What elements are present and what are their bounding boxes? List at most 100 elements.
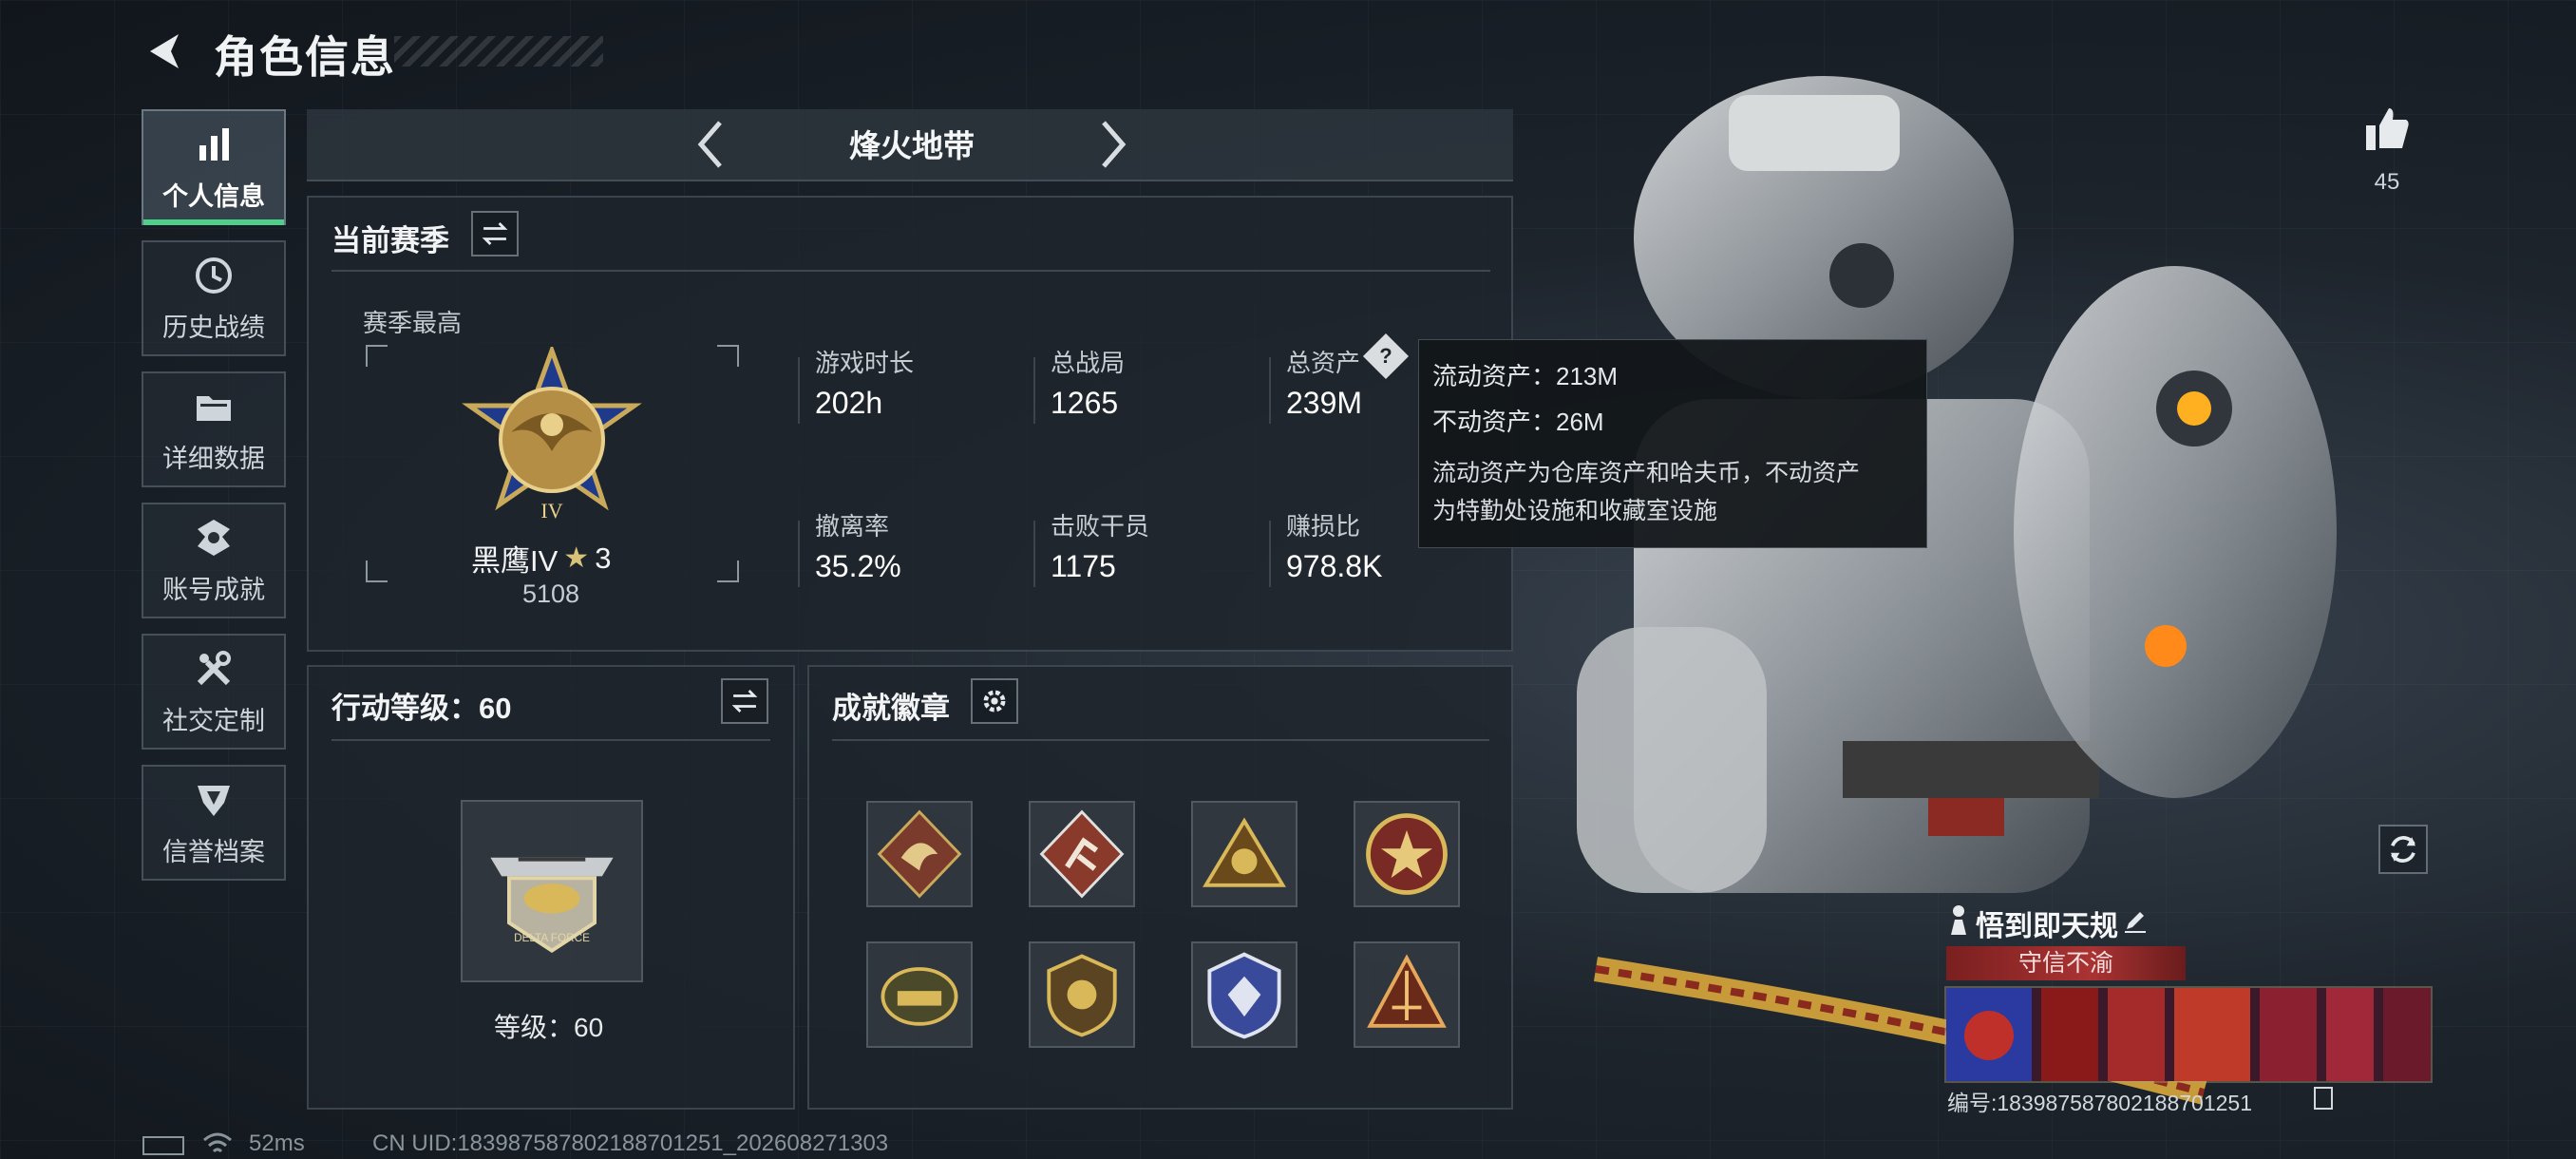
assets-tooltip: 流动资产：213M 不动资产：26M 流动资产为仓库资产和哈夫币，不动资产 为特… xyxy=(1418,339,1927,548)
copy-icon[interactable] xyxy=(2314,1087,2333,1110)
tooltip-fixed-assets: 不动资产：26M xyxy=(1432,408,1604,436)
shield-emblem-icon xyxy=(198,785,230,816)
action-level-emblem: DELTA FORCE xyxy=(461,800,643,982)
sidebar-item-history[interactable]: 历史战绩 xyxy=(142,240,286,356)
sidebar-item-label: 详细数据 xyxy=(162,444,265,473)
rank-stars: 3 xyxy=(595,541,612,575)
achievement-badge-icon xyxy=(198,519,230,556)
helicopter-emblem-icon: DELTA FORCE xyxy=(490,857,614,954)
title-decoration xyxy=(394,36,603,66)
divider xyxy=(798,357,800,424)
shield-badge-icon xyxy=(1047,954,1117,1037)
footer-uid: CN UID:1839875878021887012​51_2026082713… xyxy=(372,1130,889,1156)
achievement-badge-blue-emblem[interactable] xyxy=(1191,941,1297,1048)
folder-icon xyxy=(197,395,231,421)
divider xyxy=(1269,521,1271,587)
clock-history-icon xyxy=(196,256,232,294)
stat-value-playtime: 202h xyxy=(815,386,883,420)
runner-badge-icon xyxy=(1039,809,1125,899)
divider xyxy=(331,270,1490,272)
chevron-left-icon[interactable] xyxy=(688,111,735,178)
divider xyxy=(832,739,1489,741)
dragon-badge-icon xyxy=(877,809,962,899)
achievement-badge-triangle[interactable] xyxy=(1191,801,1297,907)
triangle-badge-icon xyxy=(1203,817,1286,887)
badges-title: 成就徽章 xyxy=(832,692,950,725)
help-icon-glyph: ? xyxy=(1379,344,1392,368)
rank-emblem-icon: IV xyxy=(462,347,642,522)
action-level-title: 行动等级：60 xyxy=(331,692,512,725)
sidebar-item-label: 社交定制 xyxy=(162,706,265,735)
divider xyxy=(331,739,770,741)
blue-emblem-badge-icon xyxy=(1207,952,1281,1039)
achievement-badge-pyramid[interactable] xyxy=(1354,941,1460,1048)
page-title: 角色信息 xyxy=(214,32,396,82)
achievement-badge-shield[interactable] xyxy=(1029,941,1135,1048)
achievement-badge-runner[interactable] xyxy=(1029,801,1135,907)
sidebar-item-label: 历史战绩 xyxy=(162,313,265,342)
season-best-label: 赛季最高 xyxy=(363,309,463,337)
refresh-icon xyxy=(2391,836,2415,863)
action-level-switch-button[interactable] xyxy=(721,678,768,724)
achievement-badge-star-seal[interactable] xyxy=(1354,801,1460,907)
network-ping: 52ms xyxy=(249,1130,305,1156)
thumbs-up-icon[interactable] xyxy=(2360,103,2414,156)
tooltip-description-line: 为特勤处设施和收藏室设施 xyxy=(1432,498,1718,524)
mode-title: 烽火地带 xyxy=(849,128,975,163)
season-switch-button[interactable] xyxy=(471,211,519,256)
stat-label-profit-ratio: 赚损比 xyxy=(1286,512,1361,541)
chevron-right-icon[interactable] xyxy=(1089,111,1136,178)
rank-name: 黑鹰IV xyxy=(471,544,559,578)
rotate-model-button[interactable] xyxy=(2378,825,2428,874)
stat-value-total-matches: 1265 xyxy=(1051,386,1119,420)
sidebar-item-label: 个人信息 xyxy=(162,181,265,211)
sidebar-item-label: 账号成就 xyxy=(162,575,265,604)
wifi-icon xyxy=(203,1132,232,1153)
sidebar-item-achievements[interactable]: 账号成就 xyxy=(142,503,286,618)
player-title-tag: 守信不渝 xyxy=(1946,946,2186,980)
player-id: 编号:1839875878021887012​51 xyxy=(1947,1091,2253,1115)
stat-value-extraction-rate: 35.2% xyxy=(815,549,901,583)
sidebar-item-social-custom[interactable]: 社交定制 xyxy=(142,634,286,750)
tooltip-description-line: 流动资产为仓库资产和哈夫币，不动资产 xyxy=(1432,460,1861,486)
rank-name-row: 黑鹰IV ★ 3 xyxy=(471,537,611,580)
soldier-icon xyxy=(1951,905,1966,935)
star-icon: ★ xyxy=(563,542,590,574)
stat-label-extraction-rate: 撤离率 xyxy=(815,512,890,541)
sidebar-item-personal-info[interactable]: 个人信息 xyxy=(142,109,286,225)
divider xyxy=(1269,357,1271,424)
sidebar-item-reputation[interactable]: 信誉档案 xyxy=(142,765,286,881)
pyramid-badge-icon xyxy=(1367,954,1447,1028)
divider xyxy=(1033,521,1035,587)
player-banner xyxy=(1944,986,2433,1083)
stat-label-kills: 击败干员 xyxy=(1051,512,1150,541)
bar-chart-icon xyxy=(199,127,229,161)
player-name: 悟到即天规 xyxy=(1976,911,2118,942)
stat-label-total-matches: 总战局 xyxy=(1051,349,1126,377)
season-panel-title: 当前赛季 xyxy=(331,224,449,257)
stat-value-profit-ratio: 978.8K xyxy=(1286,549,1383,583)
sidebar-item-detailed-data[interactable]: 详细数据 xyxy=(142,371,286,487)
badge-settings-button[interactable] xyxy=(971,678,1018,724)
tooltip-description: 流动资产为仓库资产和哈夫币，不动资产 为特勤处设施和收藏室设施 xyxy=(1432,454,1913,530)
tooltip-liquid-assets: 流动资产：213M xyxy=(1432,362,1619,390)
back-arrow-icon[interactable] xyxy=(142,28,188,74)
svg-text:DELTA FORCE: DELTA FORCE xyxy=(514,932,590,944)
sidebar-item-label: 信誉档案 xyxy=(162,837,265,866)
stat-label-playtime: 游戏时长 xyxy=(815,349,915,377)
like-count: 45 xyxy=(2374,169,2400,195)
achievement-badge-tank[interactable] xyxy=(866,941,973,1048)
gear-icon xyxy=(983,690,1006,712)
swap-arrows-icon xyxy=(731,690,758,712)
star-seal-badge-icon xyxy=(1366,813,1448,895)
battery-icon xyxy=(142,1136,184,1155)
achievement-badge-dragon[interactable] xyxy=(866,801,973,907)
rank-points: 5108 xyxy=(521,580,580,608)
tools-icon xyxy=(197,650,231,685)
svg-text:IV: IV xyxy=(540,499,562,522)
banner-image xyxy=(1946,988,2431,1081)
stat-label-total-assets: 总资产 xyxy=(1286,349,1361,377)
stat-value-total-assets: 239M xyxy=(1286,386,1363,420)
divider xyxy=(798,521,800,587)
edit-pencil-icon[interactable] xyxy=(2121,906,2150,935)
